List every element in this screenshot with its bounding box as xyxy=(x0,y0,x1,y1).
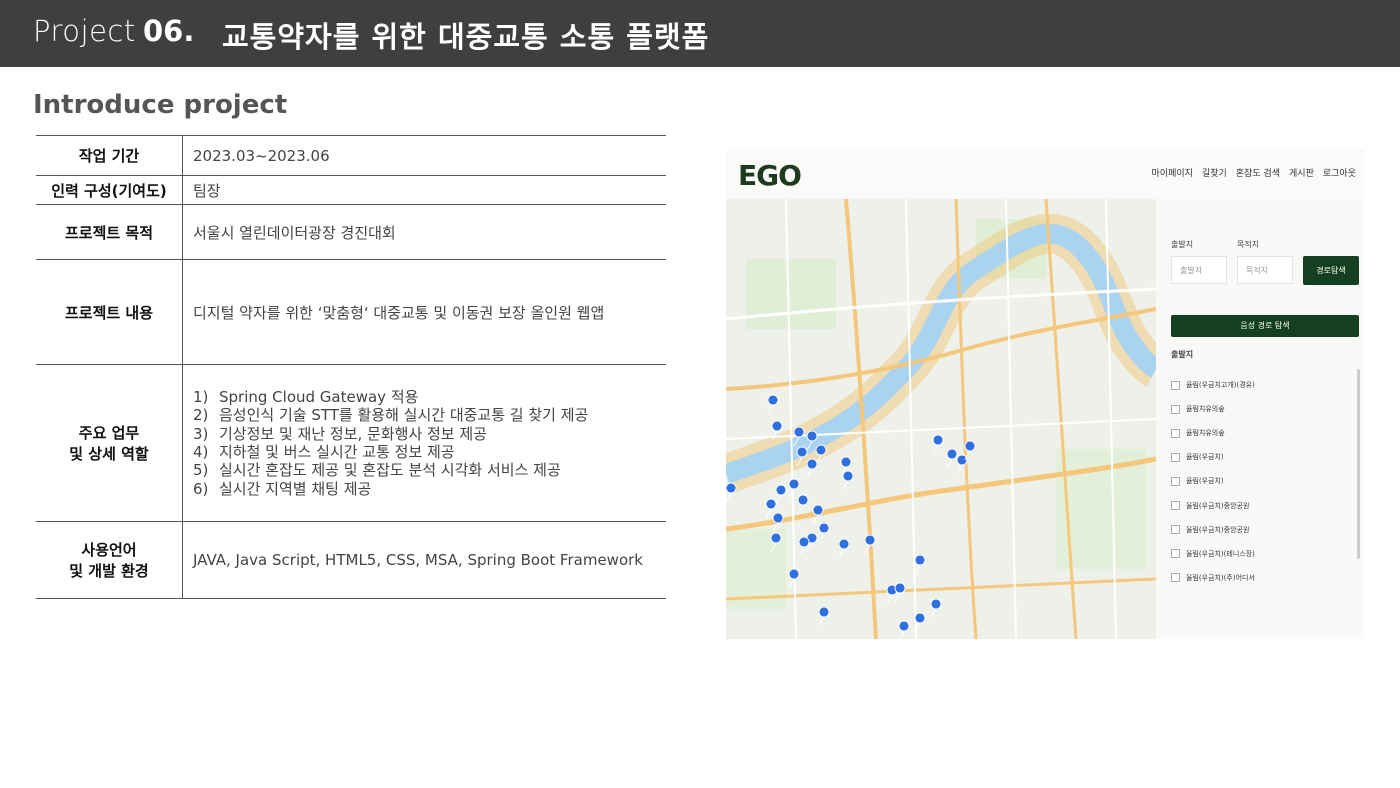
content-value: 디지털 약자를 위한 ‘맞춤형‘ 대중교통 및 이동권 보장 올인원 웹앱 xyxy=(182,259,666,365)
team-value: 팀장 xyxy=(182,175,666,205)
project-title: 교통약자를 위한 대중교통 소통 플랫폼 xyxy=(222,20,710,54)
stack-label-line2: 및 개발 환경 xyxy=(69,562,149,580)
task-item: 2) 음성인식 기술 STT를 활용해 실시간 대중교통 길 찾기 제공 xyxy=(193,406,656,424)
seoul-map xyxy=(726,199,1156,639)
park-area xyxy=(746,259,836,329)
result-item-label: 율림치유의숲 xyxy=(1186,405,1225,414)
stack-value: JAVA, Java Script, HTML5, CSS, MSA, Spri… xyxy=(182,521,666,599)
section-title: Introduce project xyxy=(33,90,288,120)
result-list-item[interactable]: 율림치유의숲 xyxy=(1171,421,1356,445)
result-list-item[interactable]: 율림치유의숲 xyxy=(1171,397,1356,421)
task-item: 6) 실시간 지역별 채팅 제공 xyxy=(193,480,656,498)
dest-input[interactable]: 목적지 xyxy=(1237,256,1293,284)
result-list-item[interactable]: 율림(우금치)중앙공원 xyxy=(1171,493,1356,517)
checkbox-icon[interactable] xyxy=(1171,501,1180,511)
app-screenshot: EGO 마이페이지 길찾기 혼잡도 검색 게시판 로그아웃 출발지 목적지 출발… xyxy=(726,149,1364,639)
row-period: 작업 기간 2023.03~2023.06 xyxy=(36,135,666,176)
task-item: 5) 실시간 혼잡도 제공 및 혼잡도 분석 시각화 서비스 제공 xyxy=(193,461,656,479)
slide-header: Project 06. 교통약자를 위한 대중교통 소통 플랫폼 xyxy=(0,0,1400,67)
project-info-table: 작업 기간 2023.03~2023.06 인력 구성(기여도) 팀장 프로젝트… xyxy=(36,135,666,599)
row-purpose: 프로젝트 목적 서울시 열린데이터광장 경진대회 xyxy=(36,204,666,260)
tasks-label-line2: 및 상세 역할 xyxy=(69,445,149,463)
purpose-label: 프로젝트 목적 xyxy=(36,204,183,260)
result-item-label: 율림치유의숲 xyxy=(1186,429,1225,438)
origin-input[interactable]: 출발지 xyxy=(1171,256,1227,284)
checkbox-icon[interactable] xyxy=(1171,404,1180,414)
project-number: 06. xyxy=(143,14,195,48)
result-list-title: 출발지 xyxy=(1171,350,1194,359)
task-text: Spring Cloud Gateway 적용 xyxy=(219,388,419,407)
content-label: 프로젝트 내용 xyxy=(36,259,183,365)
dest-label: 목적지 xyxy=(1237,240,1260,249)
route-panel: 출발지 목적지 출발지 목적지 경로탐색 음성 경로 탐색 출발지 율림(우금치… xyxy=(1156,199,1364,639)
row-content: 프로젝트 내용 디지털 약자를 위한 ‘맞춤형‘ 대중교통 및 이동권 보장 올… xyxy=(36,259,666,365)
result-item-label: 율림(우금치)(주)어디서 xyxy=(1186,573,1255,582)
project-prefix: Project xyxy=(33,14,136,48)
task-number: 2) xyxy=(193,406,209,425)
result-item-label: 율림(우금치) xyxy=(1186,477,1224,486)
app-nav: 마이페이지 길찾기 혼잡도 검색 게시판 로그아웃 xyxy=(1143,166,1356,179)
route-search-button[interactable]: 경로탐색 xyxy=(1303,256,1359,285)
voice-search-button[interactable]: 음성 경로 탐색 xyxy=(1171,315,1359,337)
row-team: 인력 구성(기여도) 팀장 xyxy=(36,175,666,205)
team-label: 인력 구성(기여도) xyxy=(36,175,183,205)
checkbox-icon[interactable] xyxy=(1171,428,1180,438)
result-list-item[interactable]: 율림(우금치고개)(경유) xyxy=(1171,373,1356,397)
result-item-label: 율림(우금치) xyxy=(1186,453,1224,462)
checkbox-icon[interactable] xyxy=(1171,380,1180,390)
tasks-label-line1: 주요 업무 xyxy=(78,424,140,442)
task-text: 실시간 지역별 채팅 제공 xyxy=(219,479,372,498)
result-list-item[interactable]: 율림(우금치) xyxy=(1171,445,1356,469)
task-number: 4) xyxy=(193,443,209,461)
row-stack: 사용언어 및 개발 환경 JAVA, Java Script, HTML5, C… xyxy=(36,521,666,599)
origin-label: 출발지 xyxy=(1171,240,1194,249)
task-number: 5) xyxy=(193,461,209,480)
purpose-value: 서울시 열린데이터광장 경진대회 xyxy=(182,204,666,260)
app-nav-item[interactable]: 로그아웃 xyxy=(1323,169,1356,179)
result-item-label: 율림(우금치고개)(경유) xyxy=(1186,381,1255,390)
task-number: 3) xyxy=(193,424,209,443)
result-item-label: 율림(우금치)중앙공원 xyxy=(1186,525,1250,534)
app-nav-item[interactable]: 게시판 xyxy=(1289,169,1314,179)
tasks-value: 1) Spring Cloud Gateway 적용 2) 음성인식 기술 STT를 … xyxy=(182,364,666,522)
task-text: 지하철 및 버스 실시간 교통 정보 제공 xyxy=(219,443,455,461)
result-list: 율림(우금치고개)(경유) 율림치유의숲 율림치유의숲 율림(우금치) 율림(우금치) 율… xyxy=(1171,373,1356,590)
app-nav-item[interactable]: 혼잡도 검색 xyxy=(1236,169,1280,179)
checkbox-icon[interactable] xyxy=(1171,549,1180,559)
tasks-label: 주요 업무 및 상세 역할 xyxy=(36,364,183,522)
result-list-item[interactable]: 율림(우금치)(주)어디서 xyxy=(1171,566,1356,590)
result-list-item[interactable]: 율림(우금치) xyxy=(1171,469,1356,493)
app-nav-item[interactable]: 길찾기 xyxy=(1202,169,1227,179)
result-item-label: 율림(우금치)중앙공원 xyxy=(1186,501,1250,510)
checkbox-icon[interactable] xyxy=(1171,476,1180,486)
result-list-item[interactable]: 율림(우금치)(테니스장) xyxy=(1171,542,1356,566)
task-number: 6) xyxy=(193,479,209,498)
period-label: 작업 기간 xyxy=(36,135,183,176)
task-item: 3) 기상정보 및 재난 정보, 문화행사 정보 제공 xyxy=(193,425,656,443)
stack-label-line1: 사용언어 xyxy=(81,541,137,559)
period-value: 2023.03~2023.06 xyxy=(182,135,666,176)
app-topbar: EGO 마이페이지 길찾기 혼잡도 검색 게시판 로그아웃 xyxy=(726,149,1364,199)
task-text: 실시간 혼잡도 제공 및 혼잡도 분석 시각화 서비스 제공 xyxy=(219,461,561,480)
task-text: 기상정보 및 재난 정보, 문화행사 정보 제공 xyxy=(219,424,487,443)
task-item: 1) Spring Cloud Gateway 적용 xyxy=(193,388,656,406)
tasks-list: 1) Spring Cloud Gateway 적용 2) 음성인식 기술 STT를 … xyxy=(193,388,656,498)
app-nav-item[interactable]: 마이페이지 xyxy=(1152,169,1193,179)
task-item: 4) 지하철 및 버스 실시간 교통 정보 제공 xyxy=(193,443,656,461)
checkbox-icon[interactable] xyxy=(1171,573,1180,583)
task-number: 1) xyxy=(193,388,209,407)
app-logo: EGO xyxy=(738,159,802,192)
result-item-label: 율림(우금치)(테니스장) xyxy=(1186,549,1255,558)
task-text: 음성인식 기술 STT를 활용해 실시간 대중교통 길 찾기 제공 xyxy=(219,406,589,425)
result-scrollbar[interactable] xyxy=(1357,369,1360,559)
row-tasks: 주요 업무 및 상세 역할 1) Spring Cloud Gateway 적용 2… xyxy=(36,364,666,522)
stack-label: 사용언어 및 개발 환경 xyxy=(36,521,183,599)
result-list-item[interactable]: 율림(우금치)중앙공원 xyxy=(1171,518,1356,542)
checkbox-icon[interactable] xyxy=(1171,452,1180,462)
checkbox-icon[interactable] xyxy=(1171,525,1180,535)
